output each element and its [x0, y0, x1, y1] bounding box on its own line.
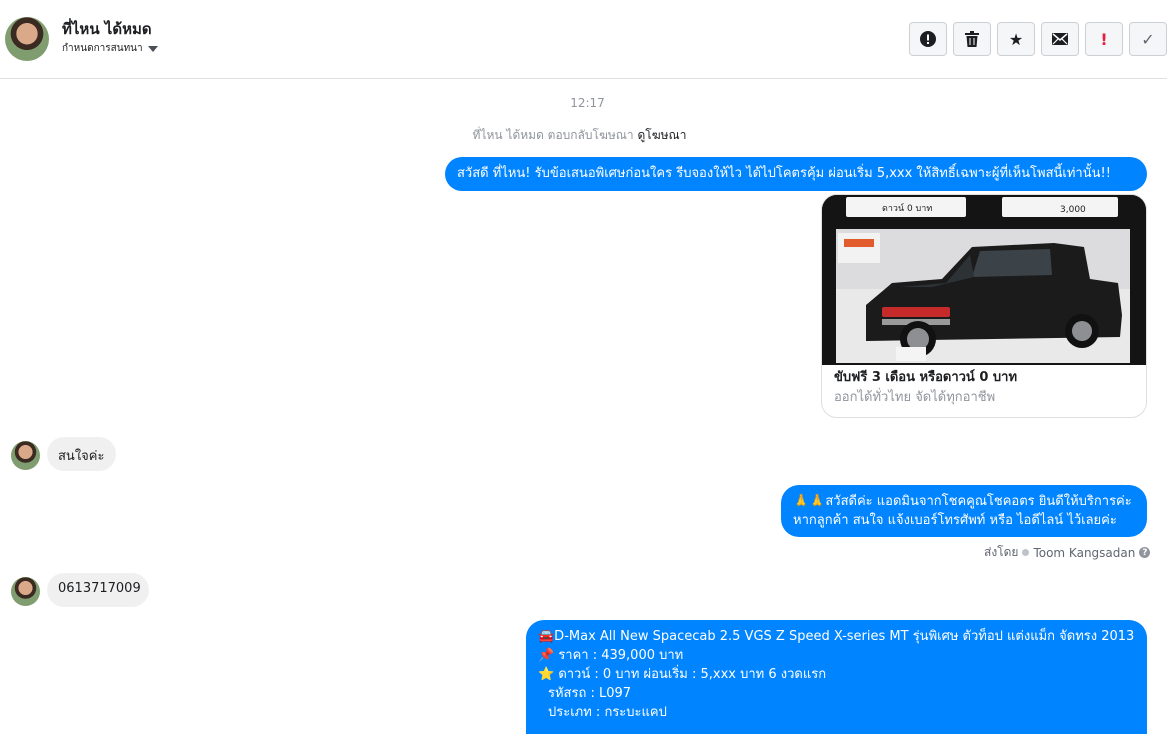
message-text-line-2: หากลูกค้า สนใจ แจ้งเบอร์โทรศัพท์ หรือ ไอ… [793, 513, 1117, 528]
mark-important-button[interactable]: ! [1085, 22, 1123, 56]
conversation-toolbar: ★ ! ✓ [909, 22, 1167, 56]
star-icon: ★ [1008, 29, 1024, 49]
car-ad-image: ดาวน์ 0 บาท 3,000 [822, 195, 1146, 365]
ad-card-title: ขับฟรี 3 เดือน หรือดาวน์ 0 บาท [834, 370, 1018, 385]
sent-by-prefix: ส่งโดย [984, 545, 1019, 559]
delete-button[interactable] [953, 22, 991, 56]
mark-spam-button[interactable] [909, 22, 947, 56]
alert-circle-icon [920, 31, 936, 47]
listing-code: รหัสรถ : L097 [548, 686, 632, 701]
ad-reply-notice: ที่ไหน ได้หมด ตอบกลับโฆษณา ดูโฆษณา [0, 126, 1159, 145]
assign-label: กำหนดการสนทนา [62, 43, 143, 54]
trash-icon [965, 31, 979, 47]
incoming-message-bubble[interactable]: 0613717009 [47, 573, 149, 607]
contact-name[interactable]: ที่ไหน ได้หมด [62, 17, 152, 41]
ad-card-subtitle: ออกได้ทั่วไทย จัดได้ทุกอาชีพ [834, 390, 996, 405]
car-photo-graphic: ดาวน์ 0 บาท 3,000 [822, 195, 1146, 365]
message-text: สวัสดี ที่ไหน! รับข้อเสนอพิเศษก่อนใคร รี… [457, 166, 1111, 181]
banner-price: 3,000 [1060, 205, 1086, 215]
listing-down-payment: ⭐ ดาวน์ : 0 บาท ผ่อนเริ่ม : 5,xxx บาท 6 … [538, 667, 827, 682]
outgoing-message-bubble[interactable]: 🙏🙏สวัสดีค่ะ แอดมินจากโชคคูณโชคอตร ยินดีใ… [781, 485, 1147, 537]
listing-title: 🚘D-Max All New Spacecab 2.5 VGS Z Speed … [538, 629, 1135, 644]
star-button[interactable]: ★ [997, 22, 1035, 56]
ad-reply-text: ที่ไหน ได้หมด ตอบกลับโฆษณา [472, 128, 634, 142]
banner-down-payment: ดาวน์ 0 บาท [882, 202, 932, 214]
ad-preview-card[interactable]: ดาวน์ 0 บาท 3,000 ขับฟรี 3 เดือน หรือดาว… [821, 194, 1147, 418]
listing-type: ประเภท : กระบะแคป [548, 705, 667, 720]
status-dot-icon [1022, 549, 1030, 556]
message-timestamp: 12:17 [570, 96, 605, 110]
checkmark-icon: ✓ [1141, 29, 1155, 49]
conversation-header: ที่ไหน ได้หมด กำหนดการสนทนา ★ ! ✓ [0, 0, 1167, 79]
listing-price: 📌 ราคา : 439,000 บาท [538, 648, 684, 663]
mark-done-button[interactable]: ✓ [1129, 22, 1167, 56]
assign-conversation-dropdown[interactable]: กำหนดการสนทนา [62, 41, 158, 56]
caret-down-icon [147, 45, 158, 52]
message-text-line-1: 🙏🙏สวัสดีค่ะ แอดมินจากโชคคูณโชคอตร ยินดีใ… [793, 494, 1132, 509]
outgoing-message-bubble[interactable]: 🚘D-Max All New Spacecab 2.5 VGS Z Speed … [526, 620, 1147, 734]
message-text: 0613717009 [58, 581, 141, 596]
mark-unread-button[interactable] [1041, 22, 1079, 56]
contact-avatar[interactable] [5, 17, 49, 61]
outgoing-message-bubble[interactable]: สวัสดี ที่ไหน! รับข้อเสนอพิเศษก่อนใคร รี… [445, 157, 1147, 191]
view-ad-link[interactable]: ดูโฆษณา [638, 128, 687, 142]
sender-name[interactable]: Toom Kangsadan [1033, 546, 1135, 560]
help-icon[interactable]: ? [1139, 547, 1151, 558]
exclamation-icon: ! [1100, 29, 1108, 49]
contact-avatar-small[interactable] [11, 441, 40, 470]
sent-by-label: ส่งโดย Toom Kangsadan ? [984, 543, 1151, 562]
incoming-message-bubble[interactable]: สนใจค่ะ [47, 437, 116, 471]
envelope-icon [1052, 33, 1068, 45]
contact-avatar-small[interactable] [11, 577, 40, 606]
message-text: สนใจค่ะ [58, 449, 105, 464]
